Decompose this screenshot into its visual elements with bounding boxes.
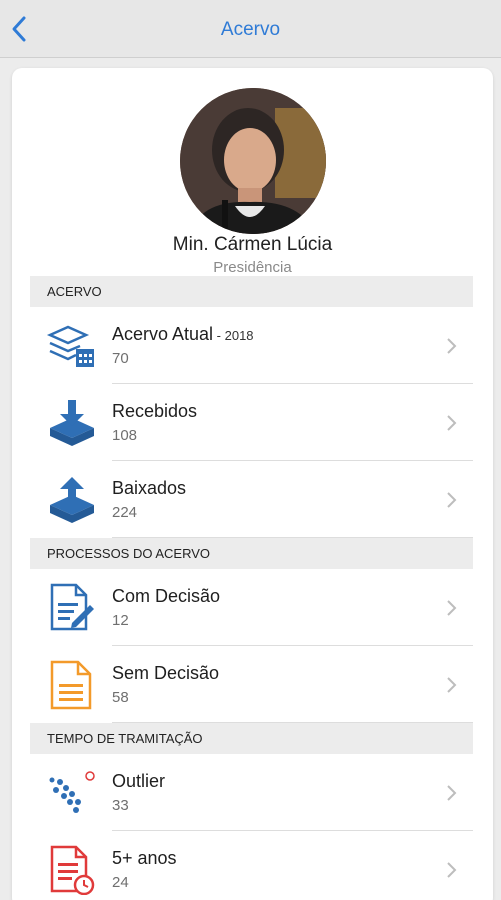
avatar [180, 88, 326, 234]
scatter-dots-icon [46, 768, 98, 818]
list-item-outlier[interactable]: Outlier 33 [30, 754, 473, 831]
row-label: Acervo Atual - 2018 [112, 324, 254, 344]
list-item-sem-decisao[interactable]: Sem Decisão 58 [30, 646, 473, 723]
section-header-tempo: TEMPO DE TRAMITAÇÃO [30, 723, 473, 754]
stack-calendar-icon [46, 321, 98, 371]
profile-header: Min. Cármen Lúcia Presidência [12, 68, 493, 276]
row-count: 12 [112, 612, 129, 629]
list-item-recebidos[interactable]: Recebidos 108 [30, 384, 473, 461]
tray-download-icon [46, 398, 98, 448]
row-label: Outlier [112, 771, 166, 791]
section-header-acervo: ACERVO [30, 276, 473, 307]
chevron-right-icon [447, 492, 457, 508]
chevron-right-icon [447, 862, 457, 878]
chevron-right-icon [447, 785, 457, 801]
row-label: 5+ anos [112, 848, 177, 868]
row-count: 108 [112, 427, 138, 444]
row-label: Recebidos [112, 401, 198, 421]
chevron-right-icon [447, 338, 457, 354]
row-count: 33 [112, 797, 129, 814]
chevron-right-icon [447, 415, 457, 431]
list-item-acervo-atual[interactable]: Acervo Atual - 2018 70 [30, 307, 473, 384]
row-count: 24 [112, 874, 129, 891]
profile-name: Min. Cármen Lúcia [172, 234, 333, 255]
row-label: Baixados [112, 478, 187, 498]
list-item-com-decisao[interactable]: Com Decisão 12 [30, 569, 473, 646]
row-count: 58 [112, 689, 129, 706]
document-edit-icon [46, 583, 98, 633]
row-label: Sem Decisão [112, 663, 220, 683]
chevron-right-icon [447, 600, 457, 616]
avatar-photo [180, 88, 326, 234]
content-card: Min. Cármen Lúcia Presidência ACERVO Ace… [12, 68, 493, 900]
row-label: Com Decisão [112, 586, 221, 606]
chevron-right-icon [447, 677, 457, 693]
list-item-baixados[interactable]: Baixados 224 [30, 461, 473, 538]
list-item-5-anos[interactable]: 5+ anos 24 [30, 831, 473, 900]
document-icon [46, 660, 98, 710]
page-title: Acervo [220, 19, 281, 40]
row-count: 224 [112, 504, 138, 521]
section-header-processos: PROCESSOS DO ACERVO [30, 538, 473, 569]
year-suffix: - 2018 [213, 328, 254, 343]
navigation-bar: Acervo [0, 0, 501, 58]
profile-role: Presidência [213, 259, 292, 276]
tray-upload-icon [46, 475, 98, 525]
document-clock-icon [46, 845, 98, 896]
row-count: 70 [112, 350, 129, 367]
